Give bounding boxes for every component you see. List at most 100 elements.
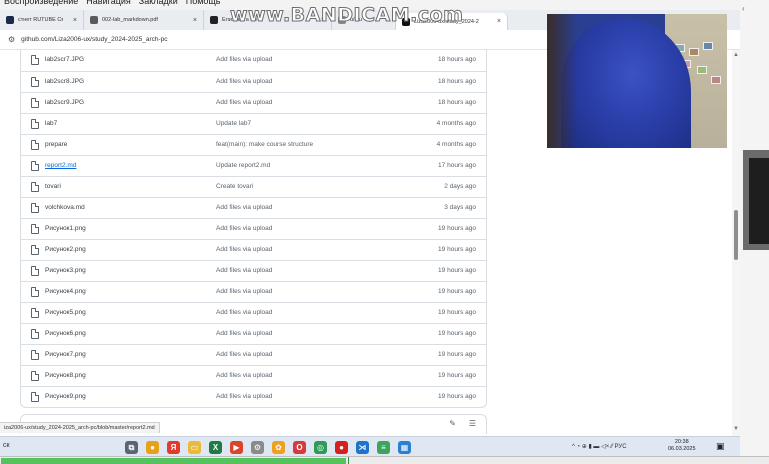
close-tab-icon[interactable]: × — [73, 17, 77, 24]
excel-icon[interactable]: X — [209, 441, 222, 454]
scroll-down-arrow-icon[interactable]: ▼ — [733, 426, 739, 432]
system-tray[interactable]: ^ ◔ ⊕ ▮ ▬ ◁× ⁄⁄ РУС — [572, 443, 627, 450]
edit-pencil-icon[interactable]: ✎ — [449, 419, 456, 428]
record-icon[interactable]: ● — [335, 441, 348, 454]
file-row[interactable]: Рисунок5.png Add files via upload 19 hours… — [21, 302, 486, 323]
task-view-icon[interactable]: ⧉ — [125, 441, 138, 454]
taskbar-search-text[interactable]: ск — [3, 442, 10, 449]
commit-message-link[interactable]: Add files via upload — [216, 56, 272, 63]
commit-message-link[interactable]: Create tovari — [216, 183, 253, 190]
taskbar-clock[interactable]: 20:38 06.03.2025 — [668, 439, 696, 453]
file-row[interactable]: Рисунок2.png Add files via upload 19 hours… — [21, 239, 486, 260]
commit-message-link[interactable]: Add files via upload — [216, 99, 272, 106]
file-row[interactable]: report2.md Update report2.md 17 hours ago — [21, 155, 486, 176]
commit-age: 3 days ago — [444, 204, 476, 211]
explorer-icon[interactable]: ▭ — [188, 441, 201, 454]
video-editor-icon[interactable]: ▶ — [230, 441, 243, 454]
file-row[interactable]: Рисунок7.png Add files via upload 19 hours… — [21, 344, 486, 365]
file-row[interactable]: Рисунок3.png Add files via upload 19 hours… — [21, 260, 486, 281]
close-tab-icon[interactable]: × — [497, 18, 501, 25]
file-row[interactable]: lab2scr7.JPG Add files via upload 18 hours… — [21, 50, 486, 71]
url-text[interactable]: github.com/Liza2006-ux/study_2024-2025_a… — [21, 36, 167, 43]
commit-message-link[interactable]: Add files via upload — [216, 330, 272, 337]
file-row[interactable]: lab2scr8.JPG Add files via upload 18 hours… — [21, 71, 486, 92]
commit-message-link[interactable]: Add files via upload — [216, 204, 272, 211]
file-name-link[interactable]: lab2scr9.JPG — [45, 99, 84, 106]
page-scrollbar[interactable]: ▲ ▼ — [732, 50, 740, 436]
commit-age: 19 hours ago — [438, 267, 476, 274]
file-name-link[interactable]: Рисунок4.png — [45, 288, 86, 295]
file-name-link[interactable]: lab2scr7.JPG — [45, 56, 84, 63]
file-name-link[interactable]: prepare — [45, 141, 67, 148]
close-tab-icon[interactable]: × — [193, 17, 197, 24]
vscode-icon[interactable]: ⋊ — [356, 441, 369, 454]
commit-message-link[interactable]: Add files via upload — [216, 225, 272, 232]
file-name-link[interactable]: Рисунок2.png — [45, 246, 86, 253]
file-name-link[interactable]: Рисунок7.png — [45, 351, 86, 358]
close-tab-icon[interactable]: × — [385, 17, 389, 24]
commit-message-link[interactable]: Add files via upload — [216, 288, 272, 295]
file-row[interactable]: volchkova.md Add files via upload 3 days a… — [21, 197, 486, 218]
file-name-link[interactable]: report2.md — [45, 162, 76, 169]
commit-message-link[interactable]: Add files via upload — [216, 246, 272, 253]
docs-icon[interactable]: ≡ — [377, 441, 390, 454]
commit-message-link[interactable]: feat(main): make course structure — [216, 141, 313, 148]
commit-age: 17 hours ago — [438, 162, 476, 169]
file-name-link[interactable]: Рисунок6.png — [45, 330, 86, 337]
commit-message-link[interactable]: Add files via upload — [216, 393, 272, 400]
photos-icon[interactable]: ▦ — [398, 441, 411, 454]
scrollbar-thumb[interactable] — [734, 210, 738, 260]
commit-message-link[interactable]: Update report2.md — [216, 162, 270, 169]
settings-icon[interactable]: ⚙ — [251, 441, 264, 454]
commit-message-link[interactable]: Add files via upload — [216, 309, 272, 316]
menu-item[interactable]: Навигация — [86, 0, 130, 6]
file-icon — [31, 77, 39, 87]
menu-item[interactable]: Закладки — [139, 0, 178, 6]
file-row[interactable]: Рисунок1.png Add files via upload 19 hours… — [21, 218, 486, 239]
file-name-link[interactable]: Рисунок5.png — [45, 309, 86, 316]
commit-message-link[interactable]: Update lab7 — [216, 120, 251, 127]
commit-message-link[interactable]: Add files via upload — [216, 351, 272, 358]
browser-tab[interactable]: u/stu × — [332, 10, 396, 30]
file-name-link[interactable]: tovari — [45, 183, 61, 190]
file-row[interactable]: lab7 Update lab7 4 months ago — [21, 113, 486, 134]
file-icon — [31, 119, 39, 129]
file-icon — [31, 55, 39, 65]
file-name-link[interactable]: lab7 — [45, 120, 57, 127]
browser-tab[interactable]: Liza2006-ux/study_2024-2 × — [396, 13, 508, 30]
file-name-link[interactable]: Рисунок9.png — [45, 393, 86, 400]
file-row[interactable]: Рисунок6.png Add files via upload 19 hours… — [21, 323, 486, 344]
menu-item[interactable]: Помощь — [186, 0, 221, 6]
tab-icon — [210, 16, 218, 24]
file-name-link[interactable]: Рисунок1.png — [45, 225, 86, 232]
browser-tab[interactable]: стнет RUTUBE Смотр × — [0, 10, 84, 30]
commit-message-link[interactable]: Add files via upload — [216, 78, 272, 85]
notification-icon[interactable]: ▣ — [716, 441, 725, 452]
commit-message-link[interactable]: Add files via upload — [216, 267, 272, 274]
file-name-link[interactable]: Рисунок8.png — [45, 372, 86, 379]
file-row[interactable]: Рисунок4.png Add files via upload 19 hours… — [21, 281, 486, 302]
outline-list-icon[interactable]: ☰ — [469, 419, 476, 428]
browser-tab[interactable]: 002-lab_markdown.pdf × — [84, 10, 204, 30]
file-row[interactable]: Рисунок8.png Add files via upload 19 hours… — [21, 365, 486, 386]
file-row[interactable]: lab2scr9.JPG Add files via upload 18 hours… — [21, 92, 486, 113]
chrome-icon[interactable]: ● — [146, 441, 159, 454]
file-row[interactable]: tovari Create tovari 2 days ago — [21, 176, 486, 197]
browser-tab[interactable]: Елизавета Бо × — [204, 10, 332, 30]
pdf-icon — [90, 16, 98, 24]
commit-message-link[interactable]: Add files via upload — [216, 372, 272, 379]
scroll-up-arrow-icon[interactable]: ▲ — [733, 52, 739, 58]
yandex-icon[interactable]: Я — [167, 441, 180, 454]
file-name-link[interactable]: Рисунок3.png — [45, 267, 86, 274]
close-tab-icon[interactable]: × — [321, 17, 325, 24]
file-row[interactable]: prepare feat(main): make course structure… — [21, 134, 486, 155]
file-name-link[interactable]: volchkova.md — [45, 204, 85, 211]
green-app-icon[interactable]: ◎ — [314, 441, 327, 454]
menu-item[interactable]: Воспроизведение — [4, 0, 78, 6]
file-row[interactable]: Рисунок9.png Add files via upload 19 hours… — [21, 386, 486, 407]
opera-icon[interactable]: O — [293, 441, 306, 454]
site-info-icon[interactable]: ⚙ — [8, 35, 15, 44]
tab-title: 002-lab_markdown.pdf — [102, 17, 158, 23]
color-app-icon[interactable]: ✿ — [272, 441, 285, 454]
file-name-link[interactable]: lab2scr8.JPG — [45, 78, 84, 85]
